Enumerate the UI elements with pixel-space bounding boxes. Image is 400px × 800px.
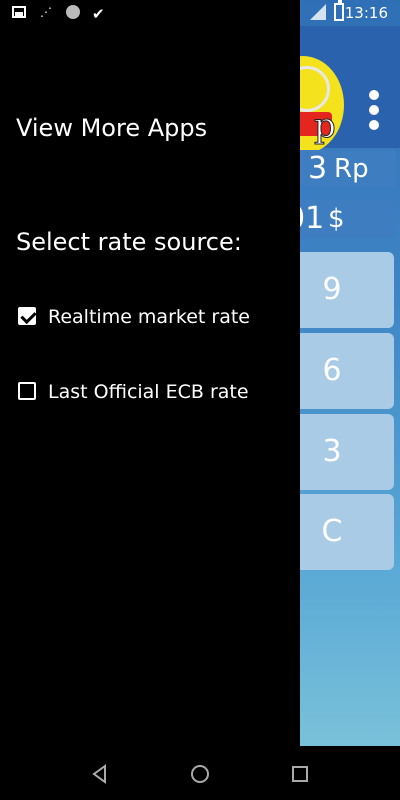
usd-currency-label: $ (328, 204, 345, 234)
ecb-rate-checkbox[interactable] (18, 382, 36, 400)
no-signal-icon (310, 4, 326, 20)
status-time: 13:16 (344, 4, 388, 22)
battery-icon (334, 0, 344, 21)
home-icon[interactable] (188, 762, 212, 786)
spinner-icon: ⋰ (40, 5, 52, 19)
idr-currency-label: Rp (334, 154, 369, 184)
status-bar: ⋰ ✔ 13:16 (0, 0, 400, 26)
back-icon[interactable] (88, 762, 112, 786)
key-label: 6 (322, 353, 342, 388)
check-icon: ✔ (92, 5, 105, 23)
key-label: C (321, 514, 343, 549)
recent-apps-icon[interactable] (288, 762, 312, 786)
view-more-apps-link[interactable]: View More Apps (16, 114, 207, 142)
image-icon (12, 5, 28, 21)
overflow-menu-icon[interactable] (368, 90, 380, 138)
realtime-rate-label: Realtime market rate (48, 306, 250, 328)
rate-source-title: Select rate source: (16, 228, 242, 256)
idr-value: 3 (308, 151, 328, 186)
key-label: 9 (322, 272, 342, 307)
round-icon (66, 5, 82, 21)
system-nav-bar (0, 746, 400, 800)
realtime-rate-checkbox[interactable] (18, 307, 36, 325)
navigation-drawer: View More Apps Select rate source: Realt… (0, 0, 300, 746)
ecb-rate-label: Last Official ECB rate (48, 381, 249, 403)
key-label: 3 (322, 434, 342, 469)
